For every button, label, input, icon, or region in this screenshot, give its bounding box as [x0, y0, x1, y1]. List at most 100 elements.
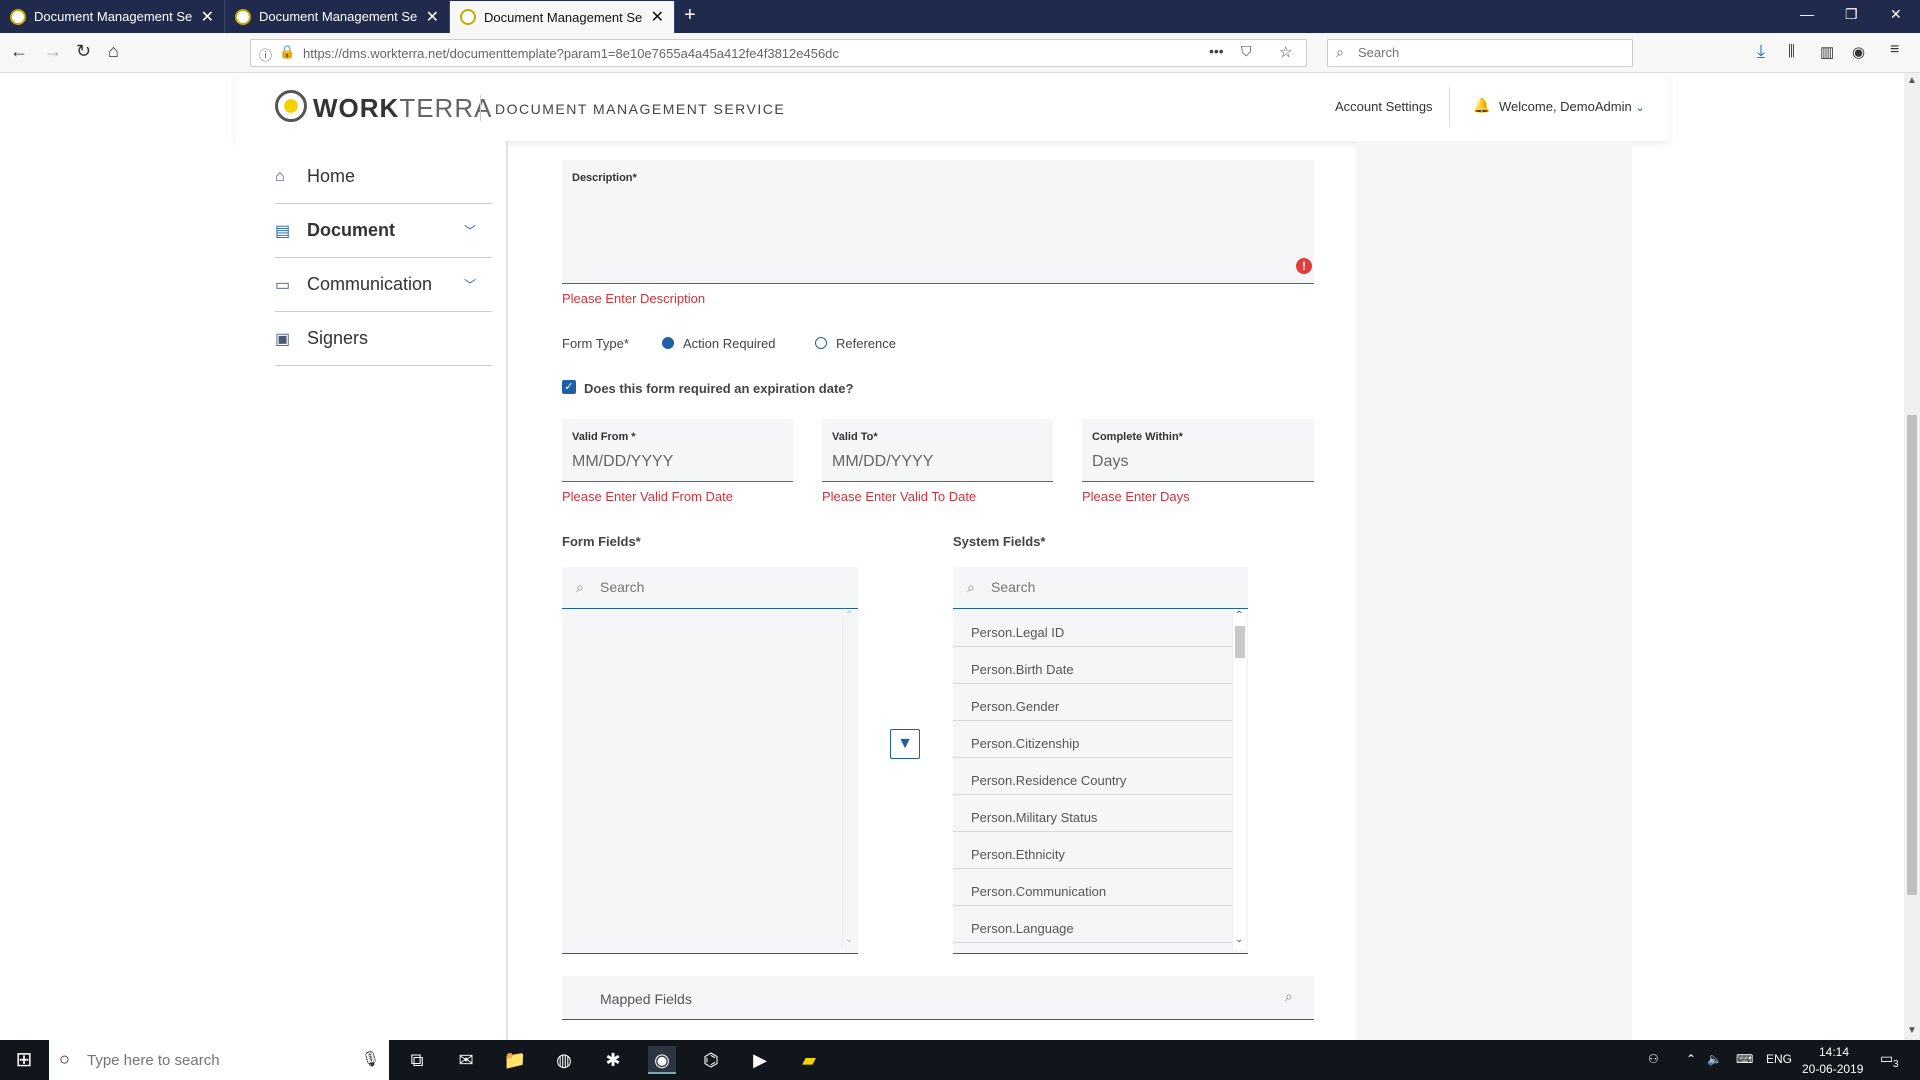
list-item[interactable]: Person.Gender — [953, 684, 1232, 721]
minimize-icon[interactable]: — — [1800, 6, 1814, 22]
browser-tab-active[interactable]: Document Management Servic ✕ — [450, 1, 675, 33]
chevron-down-icon[interactable]: ﹀ — [464, 222, 476, 239]
form-fields-scrollbar[interactable]: ⌃ ⌄ — [842, 610, 856, 950]
list-item[interactable]: Person.Language — [953, 906, 1232, 943]
system-fields-search[interactable]: ⌕ — [953, 567, 1248, 609]
radio-label-reference[interactable]: Reference — [836, 336, 896, 351]
form-fields-search[interactable]: ⌕ — [562, 567, 858, 609]
account-settings-link[interactable]: Account Settings — [1335, 99, 1433, 114]
clock-date[interactable]: 20-06-2019 — [1802, 1062, 1863, 1076]
list-item[interactable]: Person.Legal ID — [953, 610, 1232, 647]
sidebar-item-communication[interactable]: ▭ Communication ﹀ — [275, 258, 492, 312]
search-icon[interactable]: ⌕ — [1285, 988, 1293, 1005]
file-explorer-icon[interactable]: 📁 — [501, 1046, 529, 1074]
library-icon[interactable]: ⫼ — [1788, 43, 1795, 60]
tray-chevron-icon[interactable]: ⌃ — [1686, 1052, 1696, 1066]
expiration-label[interactable]: Does this form required an expiration da… — [584, 381, 853, 396]
media-player-icon[interactable]: ▶ — [746, 1046, 774, 1074]
browser-search-box[interactable]: ⌕ — [1327, 39, 1633, 67]
volume-icon[interactable]: 🔈 — [1707, 1052, 1722, 1066]
microphone-icon[interactable]: 🎙 — [361, 1050, 380, 1068]
new-tab-icon[interactable]: + — [684, 4, 696, 27]
radio-reference[interactable] — [815, 337, 827, 349]
close-window-icon[interactable]: ✕ — [1890, 6, 1902, 23]
scroll-down-icon[interactable]: ⌄ — [1235, 934, 1243, 945]
complete-within-field[interactable]: Complete Within* Days — [1082, 419, 1314, 482]
page-actions-icon[interactable]: ••• — [1209, 43, 1224, 59]
page-scrollbar[interactable]: ▲ ▼ — [1904, 73, 1920, 1040]
form-fields-search-input[interactable] — [600, 579, 800, 595]
clock-time[interactable]: 14:14 — [1819, 1045, 1849, 1059]
close-tab-icon[interactable]: ✕ — [651, 7, 664, 27]
form-fields-list[interactable]: ⌃ ⌄ — [562, 610, 858, 954]
sidebar-item-document[interactable]: ▤ Document ﹀ — [275, 204, 492, 258]
chevron-down-icon[interactable]: ﹀ — [464, 276, 476, 293]
chrome-icon[interactable]: ◍ — [550, 1046, 578, 1074]
valid-to-field[interactable]: Valid To* MM/DD/YYYY — [822, 419, 1053, 482]
notifications-icon[interactable]: ▭ — [1880, 1050, 1893, 1067]
keyboard-icon[interactable]: ⌨ — [1736, 1052, 1753, 1066]
slack-icon[interactable]: ✱ — [599, 1046, 627, 1074]
reload-icon[interactable]: ↻ — [76, 41, 91, 62]
list-item[interactable]: Person.Citizenship — [953, 721, 1232, 758]
scroll-up-icon[interactable]: ⌃ — [1235, 610, 1243, 621]
scroll-up-icon[interactable]: ▲ — [1907, 75, 1917, 86]
system-fields-scrollbar[interactable]: ⌃ ⌄ — [1232, 610, 1246, 950]
back-icon[interactable]: ← — [10, 41, 28, 62]
language-indicator[interactable]: ENG — [1766, 1052, 1792, 1066]
browser-search-input[interactable] — [1358, 45, 1618, 60]
scroll-up-icon[interactable]: ⌃ — [845, 610, 853, 621]
scrollbar-thumb[interactable] — [1235, 626, 1245, 658]
menu-icon[interactable]: ≡ — [1890, 41, 1899, 59]
user-menu[interactable]: Welcome, DemoAdmin ⌄ — [1499, 99, 1645, 114]
valid-from-field[interactable]: Valid From * MM/DD/YYYY — [562, 419, 793, 482]
account-icon[interactable]: ◉ — [1852, 43, 1865, 61]
url-text[interactable]: https://dms.workterra.net/documenttempla… — [303, 46, 839, 61]
list-item[interactable]: Person.Ethnicity — [953, 832, 1232, 869]
home-icon[interactable]: ⌂ — [108, 41, 119, 62]
windows-start-icon[interactable]: ⊞ — [10, 1046, 38, 1074]
close-tab-icon[interactable]: ✕ — [201, 7, 214, 27]
expiration-checkbox[interactable]: ✓ — [562, 380, 576, 394]
radio-label-action-required[interactable]: Action Required — [683, 336, 776, 351]
browser-tab[interactable]: Document Management Servic ✕ — [0, 0, 225, 33]
scroll-down-icon[interactable]: ▼ — [1907, 1025, 1917, 1036]
sidebar-item-label: Document — [307, 220, 396, 240]
radio-action-required[interactable] — [662, 337, 674, 349]
pocket-icon[interactable]: ⛉ — [1241, 43, 1252, 60]
download-icon[interactable]: ⤓ — [1757, 41, 1765, 62]
firefox-icon[interactable]: ◉ — [648, 1046, 676, 1074]
bookmark-star-icon[interactable]: ☆ — [1279, 43, 1292, 61]
close-tab-icon[interactable]: ✕ — [426, 7, 439, 27]
browser-tab[interactable]: Document Management Servic ✕ — [225, 0, 450, 33]
forward-icon[interactable]: → — [44, 41, 62, 62]
address-bar[interactable]: ⓘ 🔒 https://dms.workterra.net/documentte… — [250, 39, 1307, 67]
valid-from-placeholder: MM/DD/YYYY — [572, 453, 674, 470]
mapped-fields-bar[interactable]: Mapped Fields ⌕ — [562, 976, 1314, 1020]
scroll-down-icon[interactable]: ⌄ — [845, 934, 853, 945]
sidebar-item-signers[interactable]: ▣ Signers — [275, 312, 492, 366]
list-item[interactable]: Person.Communication — [953, 869, 1232, 906]
list-item[interactable]: Person.Military Status — [953, 795, 1232, 832]
sidebar-item-home[interactable]: ⌂ Home — [275, 150, 492, 204]
sticky-notes-icon[interactable]: ▰ — [795, 1046, 823, 1074]
valid-to-error: Please Enter Valid To Date — [822, 489, 977, 504]
restore-icon[interactable]: ❐ — [1845, 6, 1858, 23]
info-icon[interactable]: ⓘ — [259, 45, 272, 64]
people-icon[interactable]: ⚇ — [1648, 1052, 1659, 1066]
list-item[interactable]: Person.Birth Date — [953, 647, 1232, 684]
system-fields-search-input[interactable] — [991, 579, 1191, 595]
sidebar-toggle-icon[interactable]: ▥ — [1820, 43, 1834, 61]
task-view-icon[interactable]: ⧉ — [403, 1046, 431, 1074]
description-field[interactable]: Description* ! — [562, 160, 1314, 284]
system-fields-list[interactable]: Person.Legal ID Person.Birth Date Person… — [953, 610, 1248, 954]
mail-icon[interactable]: ✉ — [452, 1046, 480, 1074]
list-item[interactable]: Person.Residence Country — [953, 758, 1232, 795]
bell-icon[interactable]: 🔔 — [1473, 97, 1490, 114]
page-scrollbar-thumb[interactable] — [1907, 415, 1917, 895]
move-field-button[interactable]: ▼ — [890, 729, 920, 759]
taskbar-search[interactable]: ○ 🎙 — [49, 1040, 389, 1080]
taskbar-search-input[interactable] — [87, 1051, 337, 1069]
vscode-icon[interactable]: ⌬ — [697, 1046, 725, 1074]
logo-text[interactable]: WORKTERRA — [313, 93, 492, 124]
